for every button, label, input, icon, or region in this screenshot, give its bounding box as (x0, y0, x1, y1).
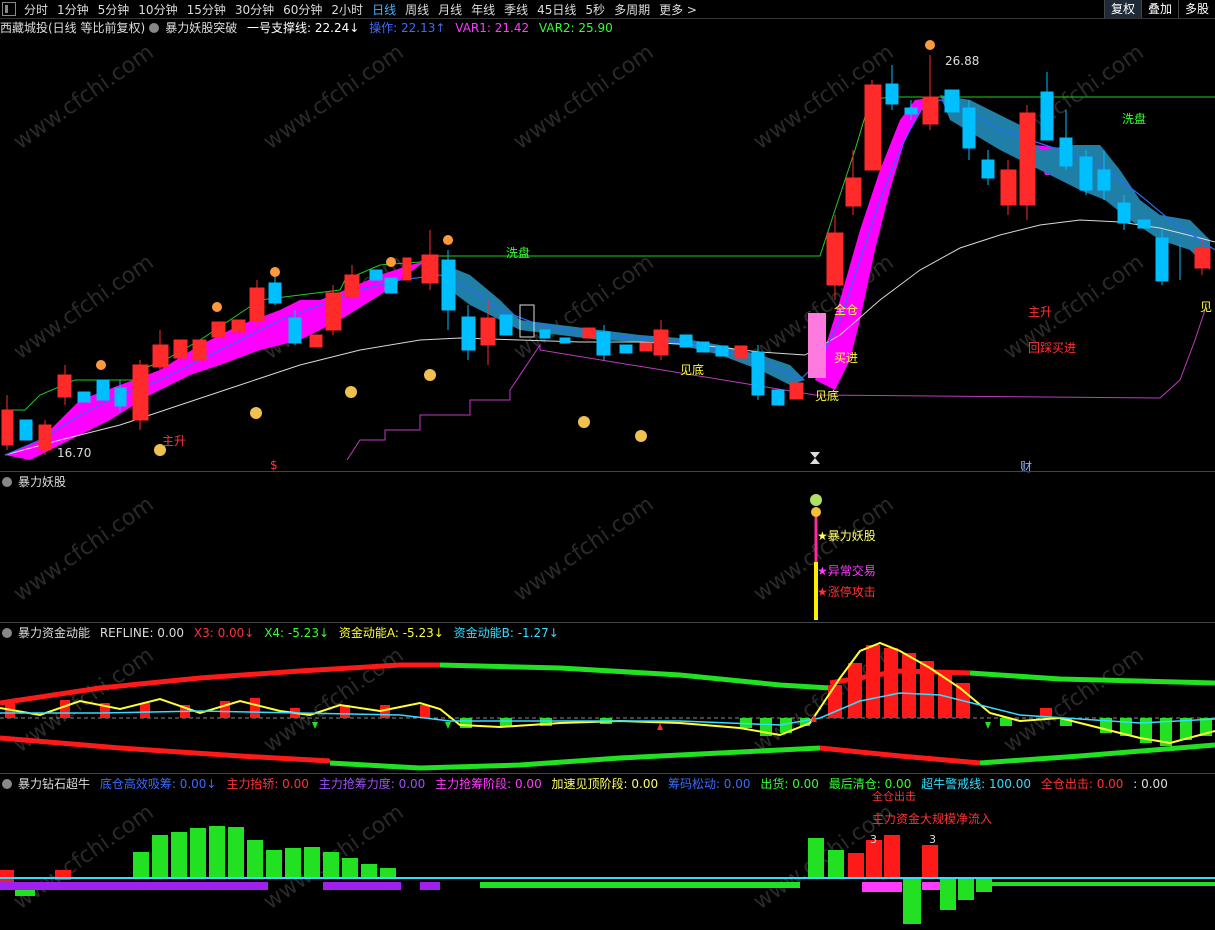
teal-band-right (940, 95, 1210, 270)
zuanshi-title[interactable]: 暴力钻石超牛 (18, 777, 90, 791)
extra-value: : 0.00 (1133, 777, 1168, 791)
flower-icon (810, 494, 822, 506)
lower-envelope-red-2 (819, 745, 981, 766)
zuanshi-green-bars (15, 826, 1215, 924)
taijiao-value: 主力抬轿: 0.00 (226, 777, 309, 791)
xipan-label-1: 洗盘 (506, 246, 531, 260)
mairu-label: 买进 (834, 351, 859, 365)
money-bag-icons (154, 369, 647, 456)
quancang-chuji-value: 全仓出击: 0.00 (1040, 777, 1124, 791)
svg-text:www.cfchi.com: www.cfchi.com (9, 40, 158, 155)
jian-label: 见 (1200, 300, 1213, 314)
yaogu-dot (811, 507, 821, 517)
dicang-value: 底仓高效吸筹: 0.00↓ (99, 777, 217, 791)
svg-text:www.cfchi.com: www.cfchi.com (9, 492, 158, 607)
svg-text:www.cfchi.com: www.cfchi.com (509, 492, 658, 607)
yaogu-label: ★暴力妖股 (817, 529, 876, 543)
count-note-2: 3 (929, 833, 936, 846)
magenta-band (5, 260, 430, 460)
lower-envelope-green (329, 745, 821, 771)
quancang-label: 全仓 (834, 303, 859, 317)
zuanshi-chart: www.cfchi.com www.cfchi.com www.cfchi.co… (0, 800, 1215, 924)
chuhuo-value: 出货: 0.00 (760, 777, 819, 791)
panel-divider-3 (0, 773, 1215, 774)
svg-text:www.cfchi.com: www.cfchi.com (999, 643, 1148, 758)
hourglass-icon (810, 452, 820, 464)
watermark: www.cfchi.com www.cfchi.com www.cfchi.co… (9, 40, 1148, 365)
zuanshi-purple-bars (0, 882, 440, 890)
candles (1, 55, 1211, 455)
zuanshi-magenta-bars (862, 882, 940, 892)
yichang-label: ★异常交易 (817, 564, 876, 578)
main-kline-chart[interactable]: www.cfchi.com www.cfchi.com www.cfchi.co… (0, 0, 1215, 470)
dollar-mark: $ (270, 458, 278, 472)
svg-text:www.cfchi.com: www.cfchi.com (9, 250, 158, 365)
high-price-label: 26.88 (945, 54, 980, 68)
zhusheng-label-1: 主升 (162, 434, 187, 448)
low-price-label: 16.70 (57, 446, 92, 460)
zhusheng-label-2: 主升 (1028, 305, 1053, 319)
jingjie-value: 超牛警戒线: 100.00 (921, 777, 1032, 791)
count-note-1: 3 (870, 833, 877, 846)
jiandi-label-2: 见底 (815, 389, 840, 403)
jingliuru-note: 主力资金大规模净流入 (872, 812, 993, 826)
svg-text:www.cfchi.com: www.cfchi.com (259, 643, 408, 758)
songdong-value: 筹码松动: 0.00 (667, 777, 751, 791)
zijin-chart: www.cfchi.com www.cfchi.com www.cfchi.co… (0, 641, 1215, 771)
zhangting-label: ★涨停攻击 (817, 585, 876, 599)
qiangchou-lidu-value: 主力抢筹力度: 0.00 (318, 777, 426, 791)
zuanshi-toggle-icon[interactable] (2, 779, 12, 789)
xipan-label-2: 洗盘 (1122, 112, 1147, 126)
upper-envelope-green (439, 662, 831, 691)
jiandi-label-1: 见底 (680, 363, 705, 377)
svg-text:www.cfchi.com: www.cfchi.com (509, 250, 658, 365)
huicai-label: 回踩买进 (1028, 341, 1077, 355)
quancang-note: 全仓出击 (872, 790, 916, 803)
svg-text:www.cfchi.com: www.cfchi.com (509, 40, 658, 155)
yaogu-chart: www.cfchi.com www.cfchi.com www.cfchi.co… (9, 492, 899, 620)
jiasu-value: 加速见顶阶段: 0.00 (551, 777, 659, 791)
svg-text:www.cfchi.com: www.cfchi.com (259, 40, 408, 155)
qiangchou-jieduan-value: 主力抢筹阶段: 0.00 (435, 777, 542, 791)
